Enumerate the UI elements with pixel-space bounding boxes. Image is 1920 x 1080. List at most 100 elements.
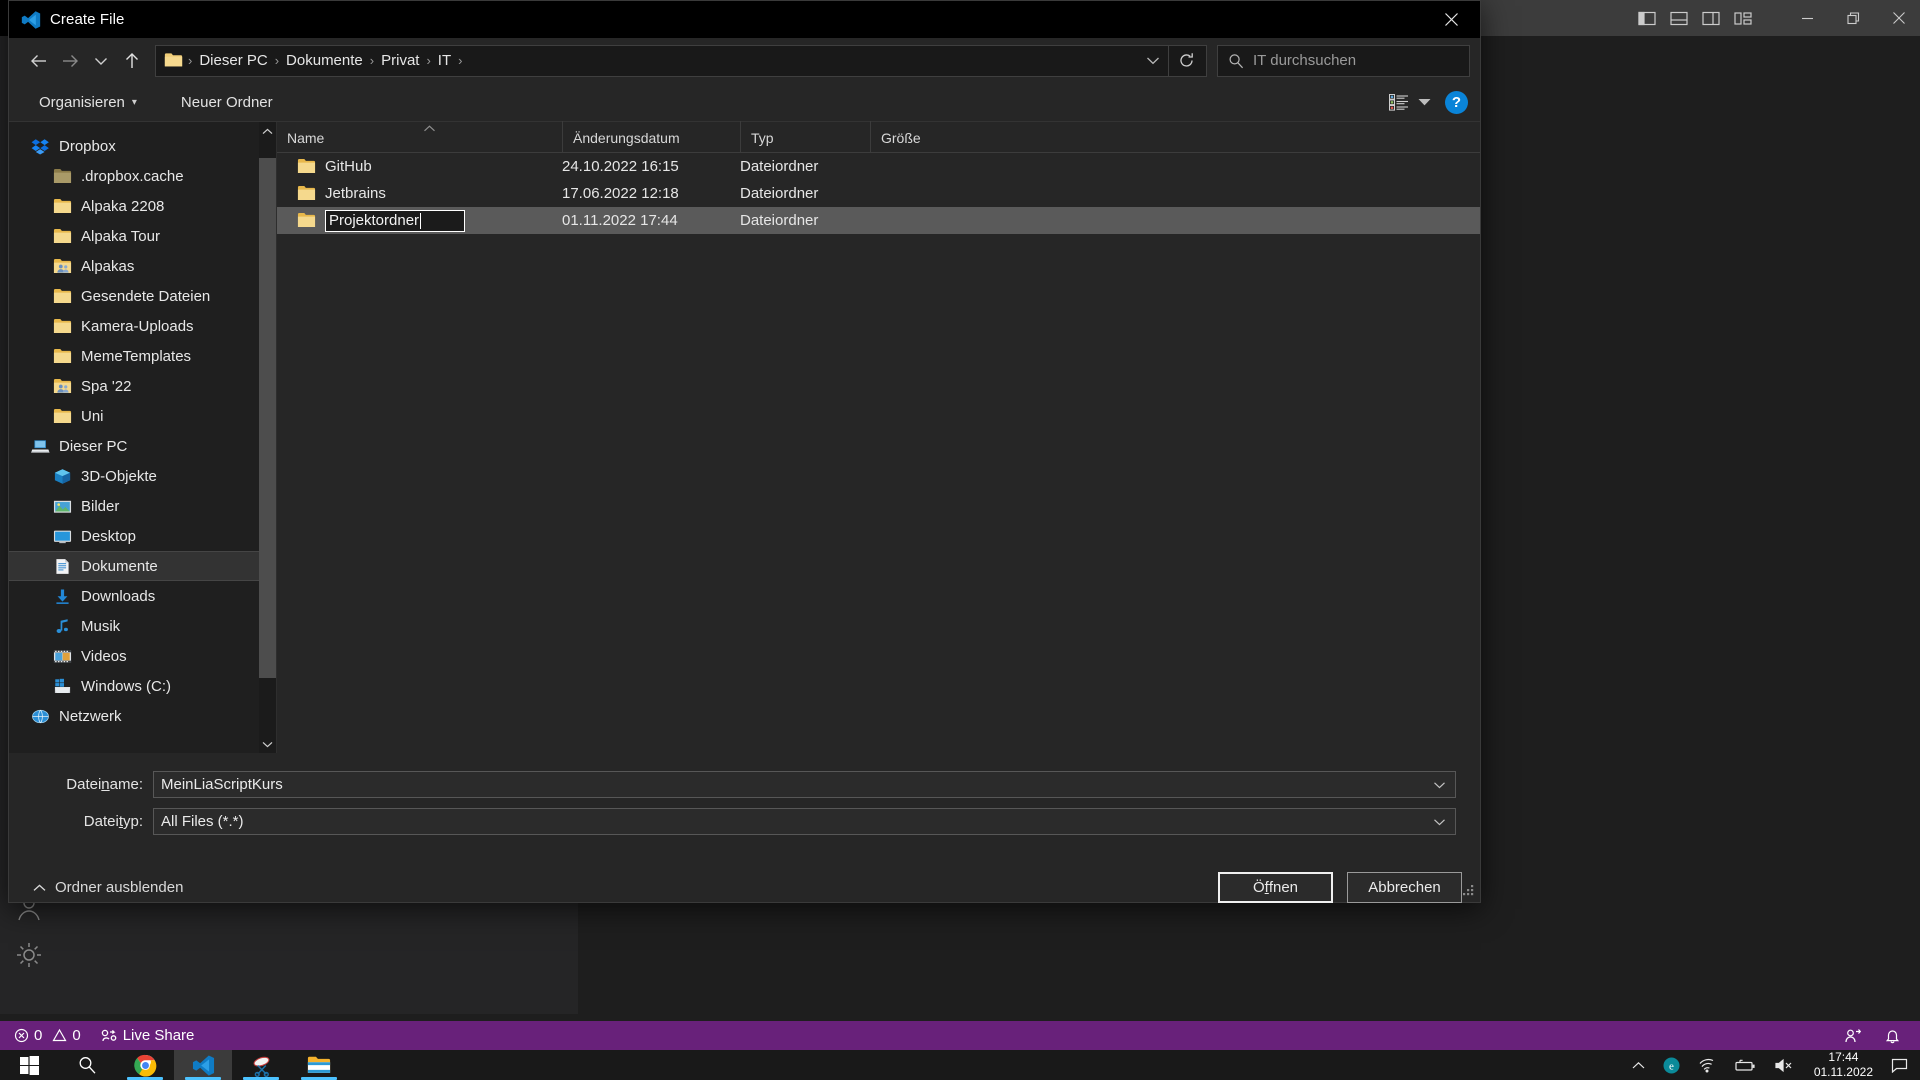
tree-item-bilder[interactable]: Bilder	[9, 491, 276, 521]
tree-item-uni[interactable]: Uni	[9, 401, 276, 431]
address-chevron-down-icon[interactable]	[1138, 46, 1168, 76]
filename-field[interactable]: MeinLiaScriptKurs	[153, 771, 1456, 798]
tree-item-3d-objekte[interactable]: 3D-Objekte	[9, 461, 276, 491]
address-bar[interactable]: › Dieser PC › Dokumente › Privat › IT ›	[155, 44, 1207, 77]
breadcrumb-item-privat[interactable]: Privat	[375, 49, 425, 72]
tree-scrollbar[interactable]	[259, 122, 276, 753]
tree-item-downloads[interactable]: Downloads	[9, 581, 276, 611]
folder-icon	[297, 184, 316, 203]
filename-chevron-down-icon[interactable]	[1433, 778, 1451, 792]
tree-item-musik[interactable]: Musik	[9, 611, 276, 641]
open-button[interactable]: Öf fnen	[1218, 872, 1333, 903]
file-row[interactable]: GitHub 24.10.2022 16:15 Dateiordner	[277, 153, 1480, 180]
drive-icon	[53, 677, 72, 696]
wifi-icon[interactable]	[1689, 1058, 1725, 1073]
file-row[interactable]: Jetbrains 17.06.2022 12:18 Dateiordner	[277, 180, 1480, 207]
tree-item-videos[interactable]: Videos	[9, 641, 276, 671]
taskbar-search-icon[interactable]	[58, 1050, 116, 1080]
scroll-up-chevron-up-icon[interactable]	[259, 122, 276, 140]
column-header-name[interactable]: Name	[277, 121, 562, 152]
taskbar-app-google-chrome[interactable]	[116, 1050, 174, 1080]
column-header-date[interactable]: Änderungsdatum	[562, 121, 740, 152]
tree-item-netzwerk[interactable]: Netzwerk	[9, 701, 276, 731]
file-name-cell: GitHub	[277, 157, 562, 176]
resize-grip-icon[interactable]	[1462, 885, 1475, 898]
tree-item-spa-22[interactable]: Spa '22	[9, 371, 276, 401]
refresh-icon[interactable]	[1168, 45, 1204, 76]
help-icon[interactable]: ?	[1445, 90, 1468, 114]
problems-status-item[interactable]: 0 0	[4, 1021, 91, 1050]
cancel-button[interactable]: Abbrechen	[1347, 872, 1462, 903]
action-center-icon[interactable]	[1885, 1058, 1920, 1073]
tree-scrollbar-thumb[interactable]	[259, 158, 276, 678]
notification-bell-icon[interactable]	[1875, 1021, 1910, 1050]
close-icon[interactable]	[1422, 1, 1480, 38]
breadcrumb-item-dokumente[interactable]: Dokumente	[280, 49, 369, 72]
new-folder-button[interactable]: Neuer Ordner	[169, 89, 285, 116]
tree-item-label: Kamera-Uploads	[81, 317, 194, 335]
breadcrumb-item-it[interactable]: IT	[432, 49, 457, 72]
downloads-icon	[53, 587, 72, 606]
edge-icon[interactable]: e	[1654, 1057, 1689, 1074]
column-header-size[interactable]: Größe	[870, 121, 970, 152]
toggle-primary-sidebar-icon[interactable]	[1638, 11, 1656, 26]
tree-item-label: Spa '22	[81, 377, 132, 395]
search-input[interactable]: IT durchsuchen	[1217, 44, 1470, 77]
accounts-person-icon[interactable]	[1834, 1021, 1871, 1050]
tree-item-label: Alpaka Tour	[81, 227, 160, 245]
tree-item-kamera-uploads[interactable]: Kamera-Uploads	[9, 311, 276, 341]
folder-shared-icon	[53, 377, 72, 396]
recent-locations-chevron-down-icon[interactable]	[85, 45, 116, 76]
clock-date: 01.11.2022	[1813, 1065, 1873, 1079]
taskbar-app-visual-studio-code[interactable]	[174, 1050, 232, 1080]
documents-icon	[53, 557, 72, 576]
tray-overflow-chevron-up-icon[interactable]	[1623, 1061, 1654, 1070]
arrow-up-icon[interactable]	[116, 45, 147, 76]
minimize-button[interactable]	[1784, 0, 1830, 36]
tree-item-windows-c[interactable]: Windows (C:)	[9, 671, 276, 701]
filetype-chevron-down-icon[interactable]	[1433, 815, 1451, 829]
tree-item-desktop[interactable]: Desktop	[9, 521, 276, 551]
dialog-form: Dateiname: MeinLiaScriptKurs Dateityp: A…	[9, 753, 1480, 835]
tree-item-alpaka-tour[interactable]: Alpaka Tour	[9, 221, 276, 251]
restore-button[interactable]	[1830, 0, 1876, 36]
tree-item-dropbox[interactable]: Dropbox	[9, 131, 276, 161]
arrow-right-icon[interactable]	[54, 45, 85, 76]
pictures-icon	[53, 497, 72, 516]
file-row[interactable]: Projektordner 01.11.2022 17:44 Dateiordner	[277, 207, 1480, 234]
toggle-secondary-sidebar-icon[interactable]	[1702, 11, 1720, 26]
toggle-panel-icon[interactable]	[1670, 11, 1688, 26]
arrow-left-icon[interactable]	[23, 45, 54, 76]
tree-item-alpakas[interactable]: Alpakas	[9, 251, 276, 281]
filetype-field[interactable]: All Files (*.*)	[153, 808, 1456, 835]
videos-icon	[53, 647, 72, 666]
desktop-icon	[53, 527, 72, 546]
breadcrumb-item-dieser-pc[interactable]: Dieser PC	[193, 49, 273, 72]
tree-item-dieser-pc[interactable]: Dieser PC	[9, 431, 276, 461]
tree-item-dokumente[interactable]: Dokumente	[9, 551, 276, 581]
tree-item-alpaka-2208[interactable]: Alpaka 2208	[9, 191, 276, 221]
tree-item-gesendete-dateien[interactable]: Gesendete Dateien	[9, 281, 276, 311]
battery-icon[interactable]	[1725, 1058, 1765, 1073]
dialog-buttons: Öf fnen Abbrechen	[1218, 872, 1466, 903]
breadcrumb-separator: ›	[458, 53, 463, 68]
organize-button[interactable]: Organisieren ▾	[27, 89, 149, 116]
taskbar-clock[interactable]: 17:44 01.11.2022	[1802, 1050, 1885, 1080]
settings-gear-icon[interactable]	[12, 938, 46, 972]
close-button[interactable]	[1876, 0, 1920, 36]
tree-item-dropbox-cache[interactable]: .dropbox.cache	[9, 161, 276, 191]
column-header-type[interactable]: Typ	[740, 121, 870, 152]
rename-input[interactable]: Projektordner	[325, 209, 465, 232]
folder-icon	[53, 287, 72, 306]
volume-muted-icon[interactable]	[1765, 1058, 1802, 1073]
windows-start-icon[interactable]	[0, 1050, 58, 1080]
scroll-down-chevron-down-icon[interactable]	[259, 735, 276, 753]
tree-item-memetemplates[interactable]: MemeTemplates	[9, 341, 276, 371]
customize-layout-icon[interactable]	[1734, 11, 1752, 26]
taskbar-app-file-explorer[interactable]	[290, 1050, 348, 1080]
taskbar-app-snipping-tool[interactable]	[232, 1050, 290, 1080]
filetype-label: Dateityp:	[83, 813, 143, 830]
view-mode-button[interactable]	[1383, 90, 1437, 115]
hide-folders-button[interactable]: Ordner ausblenden	[33, 879, 183, 896]
live-share-status-item[interactable]: Live Share	[91, 1021, 205, 1050]
